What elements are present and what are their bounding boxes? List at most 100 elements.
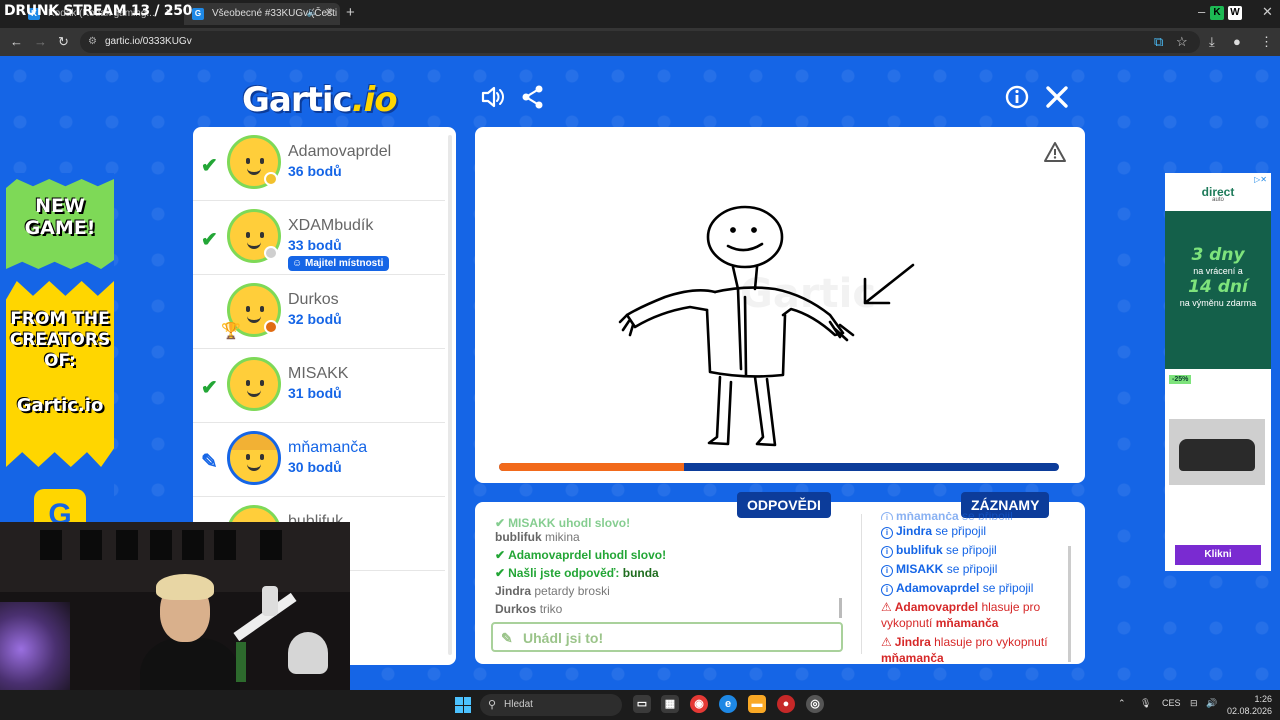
clock-date: 02.08.2026 [1226,706,1272,716]
records-scrollbar[interactable] [1068,546,1071,662]
extension-icon[interactable]: W [1228,6,1242,20]
speaker-icon[interactable]: 🔈 [307,7,318,18]
volume-icon[interactable]: 🔊 [1206,698,1217,709]
record-line-vote: ⚠ Adamovaprdel hlasuje pro vykopnutí mňam… [881,600,1041,630]
sound-icon[interactable] [478,84,508,114]
task-view-icon[interactable]: ▭ [633,695,651,713]
answer-input[interactable]: ✎ Uhádl jsi to! [491,622,843,652]
share-icon[interactable] [518,84,548,114]
close-icon[interactable] [1042,84,1072,114]
ad-brand-text: Gartic.io [16,395,104,416]
check-icon: ✔ [201,229,218,251]
address-bar-row: ← → ↻ ⚙ gartic.io/0333KUGv ⧉ ☆ ⤓ ● ⋮ [0,28,1280,56]
system-clock[interactable]: 1:26 02.08.2026 [1226,693,1272,717]
forward-icon[interactable]: → [34,34,47,49]
bookmark-star-icon[interactable]: ☆ [1176,34,1188,50]
player-row[interactable]: ✔ XDAMbudík 33 bodů ☺ Majitel místnosti [193,201,445,275]
download-icon[interactable]: ⤓ [1209,34,1215,50]
chat-panel: ODPOVĚDI ZÁZNAMY ✔ MISAKK uhodl slovo! bu… [475,492,1085,665]
player-name: XDAMbudík [288,217,374,234]
trophy-icon: 🏆 [221,323,241,340]
ad-discount-badge: -25% [1169,375,1192,384]
player-points: 31 bodů [288,385,342,401]
file-explorer-icon[interactable]: ▬ [748,695,766,713]
player-row[interactable]: ✔ Adamovaprdel 36 bodů [193,127,445,201]
drawing-canvas-panel[interactable]: Gartic [475,127,1085,483]
browser-tab-active[interactable]: G Všeobecné #33KUGv (Češti 🔈 ✕ [184,3,340,25]
players-scrollbar[interactable] [448,135,452,655]
url-field[interactable]: ⚙ gartic.io/0333KUGv [80,31,1200,53]
tab-label: Všeobecné #33KUGv (Češti [212,8,338,19]
svg-text:Gartic: Gartic [740,271,876,317]
new-tab-icon[interactable]: + [346,4,355,21]
check-icon: ✔ [495,518,506,528]
answers-list: ✔ MISAKK uhodl slovo! bublifuk mikina ✔ Ad… [495,518,845,618]
ad-creators-text: FROM THE CREATORS OF: [9,309,111,371]
browser-menu-icon[interactable]: ⋮ [1260,34,1273,50]
reload-icon[interactable]: ↻ [58,34,69,50]
check-icon: ✔ [495,566,506,580]
avatar [227,357,281,411]
record-line-vote: ⚠ Jindra hlasuje pro vykopnutí mňamanča [881,635,1048,665]
player-points: 30 bodů [288,459,342,475]
round-timer-bar [499,463,1059,471]
answer-line: ✔ Našli jste odpověď: bunda [495,566,659,580]
profile-avatar-icon[interactable]: ● [1233,34,1241,49]
network-icon[interactable]: ⊟ [1190,698,1198,709]
info-icon[interactable] [1002,84,1032,114]
report-warning-icon[interactable] [1043,141,1067,163]
answer-word: bunda [622,566,659,580]
answers-scrollbar[interactable] [839,598,842,618]
app-icon[interactable]: ● [777,695,795,713]
language-indicator[interactable]: CES [1162,698,1181,708]
lamp [288,632,328,674]
player-name: Adamovaprdel [288,143,392,160]
player-points: 36 bodů [288,163,342,179]
adchoices-icon[interactable]: ▷✕ [1254,175,1267,184]
room-owner-badge: ☺ Majitel místnosti [288,256,390,271]
left-advertisement[interactable]: NEW GAME! FROM THE CREATORS OF: Gartic.i… [6,173,114,533]
stick-figure-drawing: Gartic [618,205,915,447]
microphone [262,586,278,616]
close-tab-icon[interactable]: ✕ [325,6,334,19]
answer-line: Durkos triko [495,602,563,616]
record-line: i bublifuk se připojil [881,542,1063,558]
ad-small-text: na vrácení a [1193,266,1243,276]
player-row-drawing[interactable]: ✎ mňamanča 30 bodů [193,423,445,497]
status-dot [264,320,278,334]
site-info-icon[interactable]: ⚙ [88,36,97,47]
chrome-icon[interactable]: ◉ [690,695,708,713]
windows-start-icon[interactable] [455,697,471,713]
microphone-icon[interactable]: 🎙 [1140,698,1151,709]
tray-chevron-icon[interactable]: ⌃ [1118,698,1126,709]
avatar [227,431,281,485]
back-icon[interactable]: ← [10,34,23,49]
player-row[interactable]: 🏆 Durkos 32 bodů [193,275,445,349]
minimize-icon[interactable]: – [1198,4,1205,19]
player-name: MISAKK [288,365,349,382]
logo-suffix: .io [351,80,398,120]
record-line: i Adamovaprdel se připojil [881,580,1063,596]
status-dot [264,172,278,186]
player-row[interactable]: ✔ MISAKK 31 bodů [193,349,445,423]
taskbar-search[interactable]: ⚲ Hledat [480,694,622,716]
ad-cta-button[interactable]: Klikni [1175,545,1261,565]
ad-new-game-text: NEW GAME! [24,195,96,239]
ad-big-text: 14 dní [1188,277,1248,297]
kick-extension-icon[interactable]: K [1210,6,1224,20]
tab-favicon-icon: G [192,8,204,20]
logo-main: Gartic [242,80,353,120]
ad-small-text: na výměnu zdarma [1179,298,1257,308]
store-icon[interactable]: ▦ [661,695,679,713]
edge-icon[interactable]: e [719,695,737,713]
answer-line: ✔ Adamovaprdel uhodl slovo! [495,548,667,562]
clock-time: 1:26 [1254,694,1272,704]
right-advertisement[interactable]: ▷✕ direct auto 3 dny na vrácení a 14 dní … [1165,173,1271,571]
pencil-icon: ✎ [501,630,513,646]
obs-icon[interactable]: ◎ [806,695,824,713]
translate-icon[interactable]: ⧉ [1154,34,1163,50]
pencil-icon: ✎ [201,451,218,473]
answers-tab[interactable]: ODPOVĚDI [737,492,831,518]
player-name: mňamanča [288,439,368,456]
close-window-icon[interactable]: ✕ [1262,4,1273,20]
